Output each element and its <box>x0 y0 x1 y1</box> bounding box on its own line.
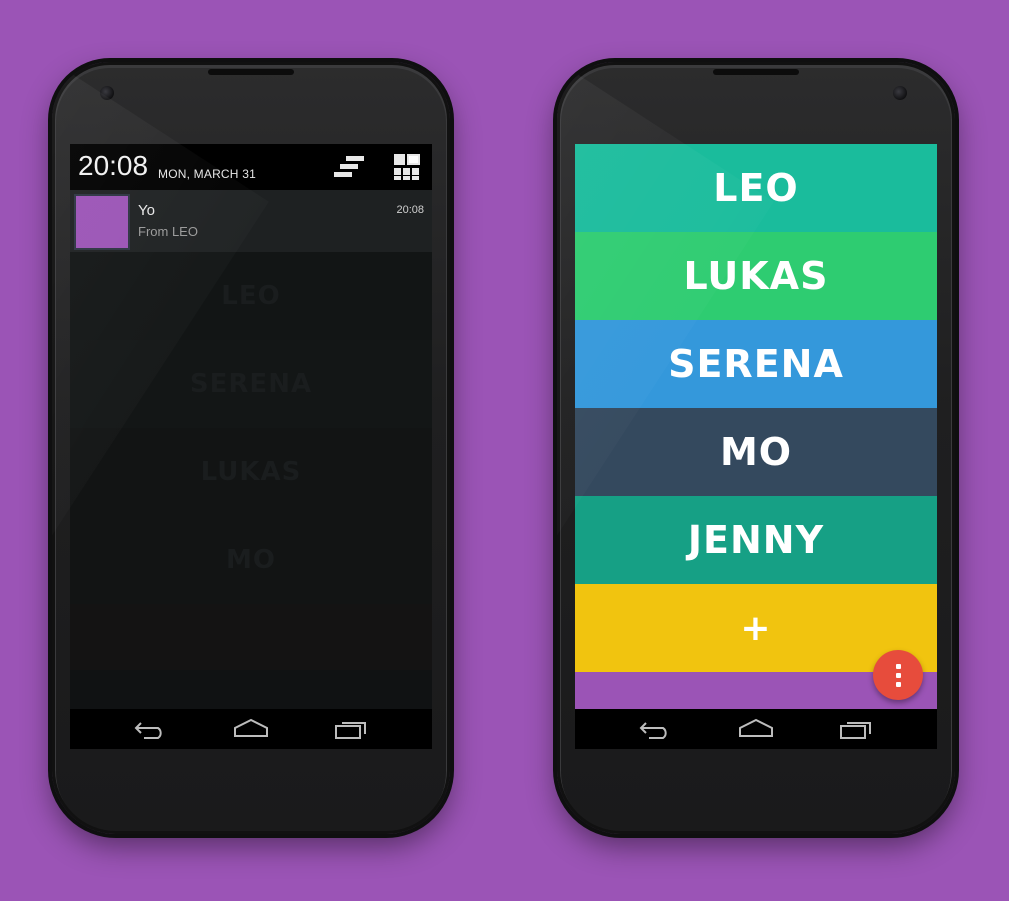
recents-icon[interactable] <box>332 717 372 741</box>
notification-subtitle: From LEO <box>138 224 198 239</box>
app-screen: LEO LUKAS SERENA MO JENNY + <box>575 144 937 749</box>
dimmed-list-item: MO <box>70 516 432 604</box>
more-options-button[interactable] <box>873 650 923 700</box>
speaker-grille <box>208 69 294 75</box>
status-time: 20:08 <box>78 150 149 181</box>
front-camera <box>100 86 114 100</box>
recents-icon[interactable] <box>837 717 877 741</box>
home-icon[interactable] <box>231 717 271 741</box>
notification-time: 20:08 <box>396 204 424 216</box>
navigation-bar <box>70 709 432 749</box>
notification-title: Yo <box>138 202 155 219</box>
friend-row-jenny[interactable]: JENNY <box>575 496 937 584</box>
dimmed-list-item: SERENA <box>70 340 432 428</box>
dimmed-list-item: LEO <box>70 252 432 340</box>
back-icon[interactable] <box>635 717 675 741</box>
friend-list: LEO LUKAS SERENA MO JENNY + <box>575 144 937 672</box>
friend-row-mo[interactable]: MO <box>575 408 937 496</box>
back-icon[interactable] <box>130 717 170 741</box>
phone-right: LEO LUKAS SERENA MO JENNY + <box>553 58 959 838</box>
dimmed-list-item: LUKAS <box>70 428 432 516</box>
friend-row-lukas[interactable]: LUKAS <box>575 232 937 320</box>
more-vertical-icon <box>895 663 901 687</box>
dimmed-friend-list: LEO SERENA LUKAS MO <box>70 252 432 670</box>
settings-sliders-icon[interactable] <box>334 156 364 178</box>
notification-shade-screen: 20:08 MON, MARCH 31 Yo From LEO 20:08 LE… <box>70 144 432 749</box>
speaker-grille <box>713 69 799 75</box>
phone-left: 20:08 MON, MARCH 31 Yo From LEO 20:08 LE… <box>48 58 454 838</box>
status-bar: 20:08 MON, MARCH 31 <box>70 144 432 190</box>
friend-row-leo[interactable]: LEO <box>575 144 937 232</box>
navigation-bar <box>575 709 937 749</box>
front-camera <box>893 86 907 100</box>
notification-thumbnail <box>74 194 130 250</box>
quick-settings-icon[interactable] <box>394 154 420 180</box>
dimmed-list-item <box>70 604 432 670</box>
notification-item[interactable]: Yo From LEO 20:08 <box>70 190 432 252</box>
home-icon[interactable] <box>736 717 776 741</box>
status-date: MON, MARCH 31 <box>158 167 256 181</box>
friend-row-serena[interactable]: SERENA <box>575 320 937 408</box>
